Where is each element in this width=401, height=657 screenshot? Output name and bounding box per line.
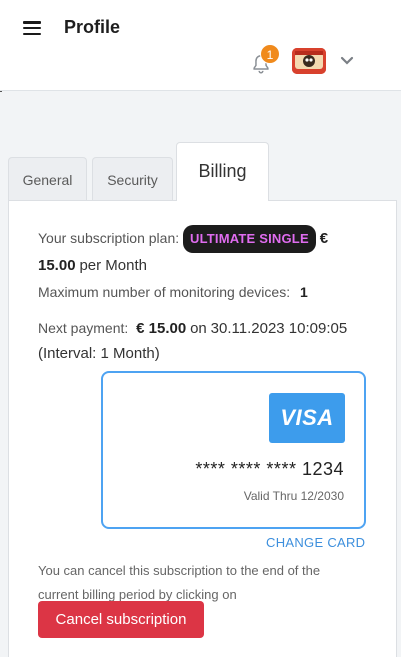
cancel-note-line-1: You can cancel this subscription to the …	[38, 563, 321, 578]
plan-name-badge: ULTIMATE SINGLE	[183, 225, 316, 253]
devices-row: Maximum number of monitoring devices: 1	[38, 284, 308, 300]
page-title: Profile	[64, 17, 121, 37]
devices-value: 1	[300, 284, 308, 300]
notification-count-badge: 1	[260, 44, 280, 64]
cancel-note: You can cancel this subscription to the …	[38, 559, 378, 607]
tab-general[interactable]: General	[8, 157, 87, 200]
cancel-subscription-button[interactable]: Cancel subscription	[38, 601, 204, 638]
plan-label: Your subscription plan:	[38, 230, 180, 246]
card-valid-thru: Valid Thru 12/2030	[243, 489, 344, 503]
next-payment-label: Next payment:	[38, 320, 129, 336]
next-payment-on: on	[190, 320, 207, 337]
card-number: **** **** **** 1234	[195, 459, 344, 479]
avatar[interactable]	[292, 48, 326, 74]
change-card-link[interactable]: CHANGE CARD	[266, 535, 365, 550]
payment-card: VISA **** **** **** 1234 Valid Thru 12/2…	[101, 371, 366, 529]
visa-logo: VISA	[269, 393, 345, 443]
tab-billing[interactable]: Billing	[176, 142, 269, 201]
top-bar: Profile 1	[0, 0, 401, 91]
profile-tabs: General Security Billing	[8, 142, 398, 201]
next-payment-date: 30.11.2023 10:09:05	[210, 320, 348, 337]
subscription-plan-row: Your subscription plan: ULTIMATE SINGLE …	[38, 225, 368, 278]
tab-security[interactable]: Security	[92, 157, 173, 200]
devices-label: Maximum number of monitoring devices:	[38, 284, 291, 300]
hamburger-menu-icon[interactable]	[23, 21, 41, 36]
chevron-down-icon[interactable]	[340, 56, 354, 66]
next-payment-amount: € 15.00	[136, 320, 187, 337]
plan-period: per Month	[79, 257, 147, 274]
next-payment-row: Next payment: € 15.00 on 30.11.2023 10:0…	[38, 316, 373, 366]
payment-interval: (Interval: 1 Month)	[38, 345, 160, 362]
